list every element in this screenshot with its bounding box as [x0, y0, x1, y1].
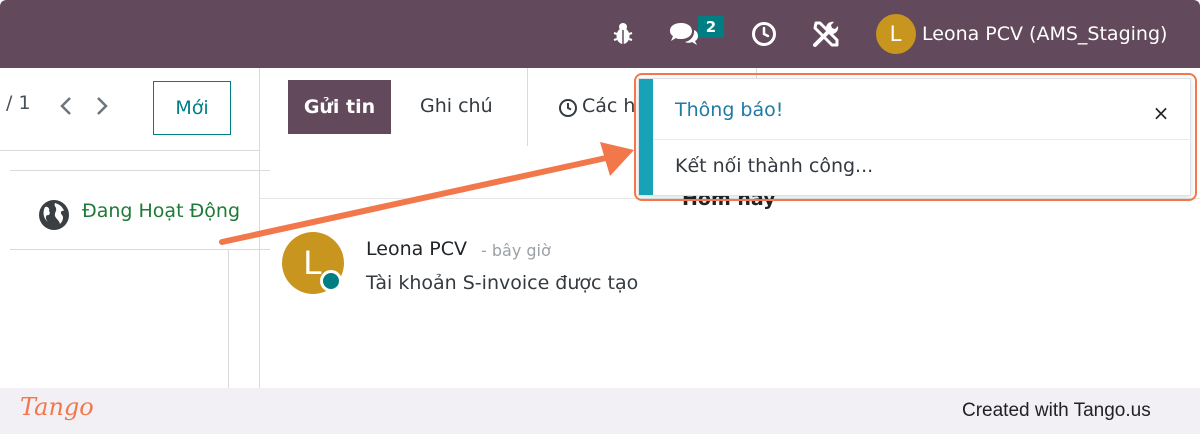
online-status-dot — [320, 270, 342, 292]
chevron-right-icon[interactable] — [92, 94, 112, 118]
user-menu-name[interactable]: Leona PCV (AMS_Staging) — [922, 18, 1167, 50]
highlight-box — [634, 73, 1197, 201]
log-note-button[interactable]: Ghi chú — [420, 95, 493, 117]
globe-icon — [37, 198, 71, 232]
bug-icon[interactable] — [608, 18, 638, 50]
new-record-button[interactable]: Mới — [153, 81, 231, 135]
tools-icon[interactable] — [808, 18, 844, 50]
chevron-left-icon[interactable] — [56, 94, 76, 118]
message-body: Tài khoản S-invoice được tạo — [366, 272, 639, 294]
activities-label: Các h — [582, 95, 636, 117]
chat-count-badge: 2 — [698, 16, 724, 38]
annotation-arrow-icon — [219, 142, 634, 245]
clock-small-icon — [559, 99, 577, 117]
user-avatar[interactable]: L — [876, 14, 916, 54]
clock-icon[interactable] — [748, 18, 780, 50]
status-active-label[interactable]: Đang Hoạt Động — [82, 200, 240, 222]
left-panel-border — [228, 250, 229, 388]
tango-logo: Tango — [20, 393, 94, 421]
send-message-button[interactable]: Gửi tin — [288, 80, 391, 134]
pager-value[interactable]: / 1 — [6, 92, 31, 114]
footer-credit: Created with Tango.us — [962, 400, 1151, 421]
app-window: 2 L Leona PCV (AMS_Staging) / 1 Mới Đang… — [0, 0, 1200, 388]
